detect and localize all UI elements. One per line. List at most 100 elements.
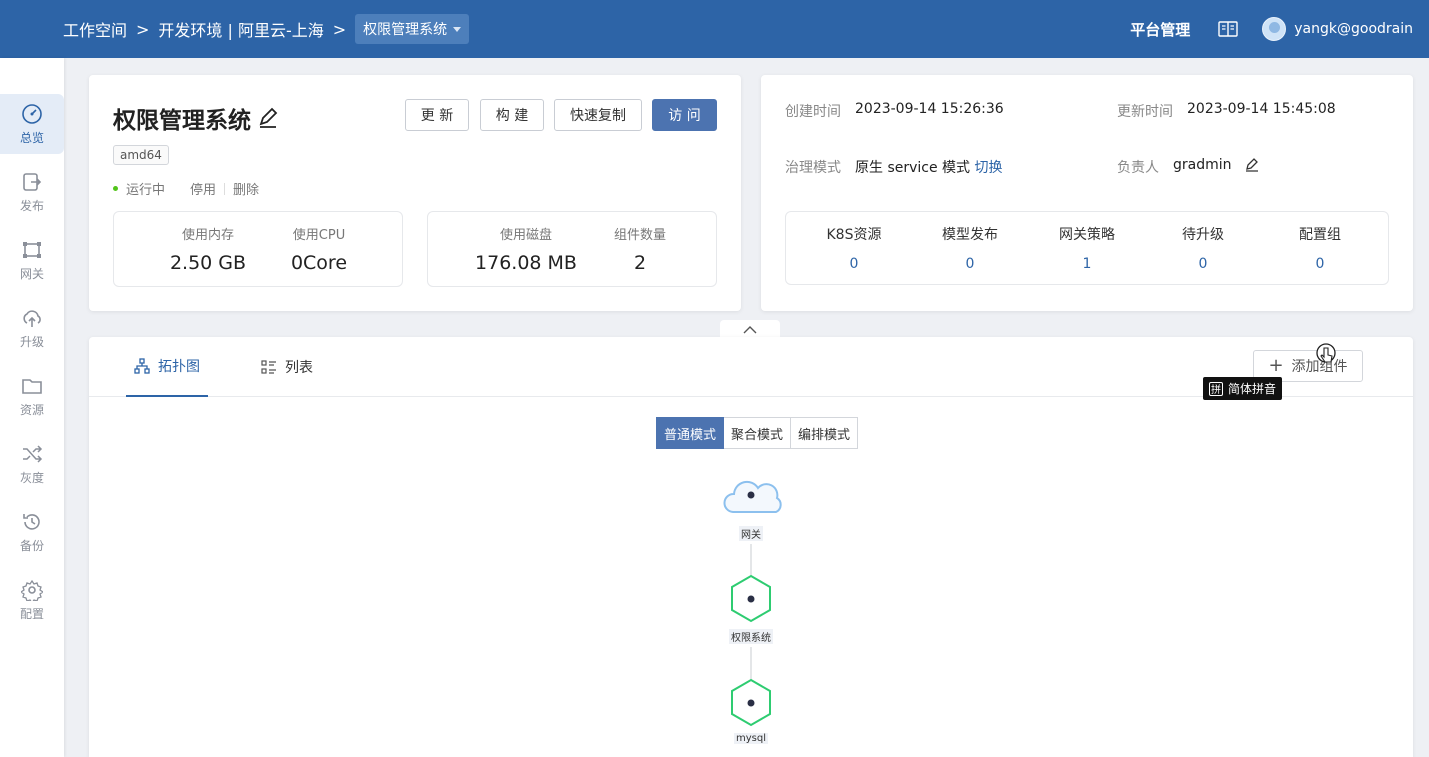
breadcrumb-separator: > bbox=[332, 19, 347, 39]
resource-value: 1 bbox=[1082, 256, 1092, 272]
breadcrumb: 工作空间 > 开发环境 | 阿里云-上海 > 权限管理系统 bbox=[63, 0, 470, 58]
sidebar-item-gateway[interactable]: 网关 bbox=[0, 230, 64, 290]
update-button[interactable]: 更 新 bbox=[405, 99, 469, 131]
avatar[interactable] bbox=[1262, 17, 1287, 41]
platform-management-link[interactable]: 平台管理 bbox=[1130, 19, 1190, 40]
breadcrumb-separator: > bbox=[136, 19, 150, 39]
breadcrumb-workspace[interactable]: 工作空间 bbox=[63, 17, 127, 41]
updated-time-label: 更新时间 bbox=[1117, 104, 1173, 120]
sidebar-item-label: 备份 bbox=[19, 538, 44, 553]
upgrade-icon bbox=[23, 309, 41, 327]
stat-component-count: 组件数量 2 bbox=[600, 224, 680, 274]
divider bbox=[224, 182, 226, 195]
sidebar-item-canary[interactable]: 灰度 bbox=[0, 434, 64, 494]
sidebar-item-settings[interactable]: 配置 bbox=[0, 570, 64, 630]
updated-time-value: 2023-09-14 15:45:08 bbox=[1187, 101, 1336, 117]
node-label-mysql: mysql bbox=[734, 733, 768, 744]
username[interactable]: yangk@goodrain bbox=[1294, 21, 1413, 37]
tab-topology[interactable]: 拓扑图 bbox=[126, 337, 208, 397]
governance-mode-text: 原生 service 模式 bbox=[855, 160, 971, 176]
service-node-permission[interactable] bbox=[731, 574, 771, 623]
collapse-toggle[interactable] bbox=[720, 320, 780, 338]
app-name: 权限管理系统 bbox=[113, 108, 251, 134]
mode-aggregate[interactable]: 聚合模式 bbox=[724, 417, 792, 449]
sidebar-item-label: 升级 bbox=[19, 334, 44, 349]
resource-label: K8S资源 bbox=[826, 227, 882, 243]
stat-label: 使用内存 bbox=[181, 228, 234, 243]
ime-icon: 拼 bbox=[1209, 381, 1223, 396]
build-button[interactable]: 构 建 bbox=[480, 99, 544, 131]
book-icon[interactable] bbox=[1218, 20, 1238, 38]
topology-panel: 拓扑图 列表 + 添加组件 拼 简体拼音 普通模式 聚合模式 编排模式 网关 权… bbox=[89, 337, 1413, 757]
resource-value: 0 bbox=[849, 256, 859, 272]
resource-pending-upgrade[interactable]: 待升级 0 bbox=[1145, 224, 1261, 272]
history-icon bbox=[23, 513, 40, 530]
stat-cpu: 使用CPU 0Core bbox=[274, 224, 364, 274]
stat-value: 0Core bbox=[290, 252, 348, 274]
edit-icon[interactable] bbox=[257, 107, 279, 129]
publish-icon bbox=[23, 172, 42, 191]
page-title: 权限管理系统 bbox=[113, 101, 279, 135]
resource-config-group[interactable]: 配置组 0 bbox=[1262, 224, 1378, 272]
resource-value: 0 bbox=[1198, 256, 1208, 272]
breadcrumb-environment[interactable]: 开发环境 | 阿里云-上海 bbox=[158, 17, 323, 41]
folder-icon bbox=[22, 378, 42, 394]
resource-k8s[interactable]: K8S资源 0 bbox=[796, 224, 912, 272]
node-label-gateway: 网关 bbox=[739, 526, 763, 541]
sidebar-item-upgrade[interactable]: 升级 bbox=[0, 298, 64, 358]
chevron-up-icon bbox=[743, 325, 757, 333]
tab-list[interactable]: 列表 bbox=[261, 337, 313, 397]
delete-link[interactable]: 删除 bbox=[233, 179, 259, 198]
app-selector[interactable]: 权限管理系统 bbox=[355, 14, 470, 44]
stop-link[interactable]: 停用 bbox=[190, 179, 216, 198]
app-overview-card: 权限管理系统 更 新 构 建 快速复制 访 问 amd64 运行中 停用 删除 … bbox=[89, 75, 741, 311]
visit-button[interactable]: 访 问 bbox=[652, 99, 717, 131]
gateway-node[interactable] bbox=[723, 480, 782, 513]
edit-owner-icon[interactable] bbox=[1245, 158, 1259, 172]
status-badge: 运行中 bbox=[126, 183, 166, 198]
resource-summary: K8S资源 0 模型发布 0 网关策略 1 待升级 0 配置组 0 bbox=[785, 211, 1389, 285]
node-label-permission: 权限系统 bbox=[729, 629, 773, 644]
top-header: 工作空间 > 开发环境 | 阿里云-上海 > 权限管理系统 平台管理 yangk… bbox=[0, 0, 1429, 58]
sidebar-item-label: 总览 bbox=[19, 130, 44, 145]
resource-value: 0 bbox=[1315, 256, 1325, 272]
switch-mode-link[interactable]: 切换 bbox=[975, 160, 1003, 176]
shuffle-icon bbox=[23, 444, 43, 463]
stat-label: 组件数量 bbox=[613, 228, 666, 243]
sidebar-item-resources[interactable]: 资源 bbox=[0, 366, 64, 426]
resource-model-publish[interactable]: 模型发布 0 bbox=[912, 224, 1028, 272]
sidebar-item-overview[interactable]: 总览 bbox=[0, 94, 64, 154]
stat-value: 176.08 MB bbox=[475, 252, 577, 274]
stat-label: 使用磁盘 bbox=[499, 228, 552, 243]
chevron-down-icon bbox=[453, 26, 462, 32]
plus-icon: + bbox=[1268, 355, 1284, 376]
hand-cursor-icon bbox=[1316, 343, 1336, 363]
sidebar-item-label: 网关 bbox=[19, 266, 44, 281]
app-info-card: 创建时间 2023-09-14 15:26:36 更新时间 2023-09-14… bbox=[761, 75, 1413, 311]
sidebar-item-label: 配置 bbox=[19, 606, 44, 621]
ime-tooltip: 拼 简体拼音 bbox=[1203, 377, 1283, 400]
status-row: 运行中 停用 删除 bbox=[113, 179, 259, 198]
sidebar-item-publish[interactable]: 发布 bbox=[0, 162, 64, 222]
sidebar-item-label: 灰度 bbox=[19, 470, 44, 485]
sidebar-item-label: 发布 bbox=[19, 198, 44, 213]
owner-label: 负责人 bbox=[1117, 160, 1159, 176]
tab-label: 列表 bbox=[285, 360, 313, 376]
sidebar-item-backup[interactable]: 备份 bbox=[0, 502, 64, 562]
gear-icon bbox=[21, 579, 43, 601]
created-time-label: 创建时间 bbox=[785, 104, 841, 120]
stat-memory: 使用内存 2.50 GB bbox=[164, 224, 252, 274]
service-node-mysql[interactable] bbox=[731, 678, 771, 727]
mode-normal[interactable]: 普通模式 bbox=[656, 417, 725, 449]
running-status-dot bbox=[113, 186, 118, 191]
created-time-value: 2023-09-14 15:26:36 bbox=[855, 101, 1004, 117]
resource-label: 待升级 bbox=[1182, 227, 1224, 243]
usage-box-compute: 使用内存 2.50 GB 使用CPU 0Core bbox=[113, 211, 403, 287]
owner-value: gradmin bbox=[1173, 157, 1232, 173]
view-mode-switch: 普通模式 聚合模式 编排模式 bbox=[656, 417, 859, 449]
governance-mode-value: 原生 service 模式 切换 bbox=[855, 157, 1003, 177]
quick-copy-button[interactable]: 快速复制 bbox=[554, 99, 642, 131]
resource-gateway-policy[interactable]: 网关策略 1 bbox=[1029, 224, 1145, 272]
panel-tabs: 拓扑图 列表 + 添加组件 拼 简体拼音 bbox=[89, 337, 1413, 400]
mode-orchestrate[interactable]: 编排模式 bbox=[791, 417, 859, 449]
